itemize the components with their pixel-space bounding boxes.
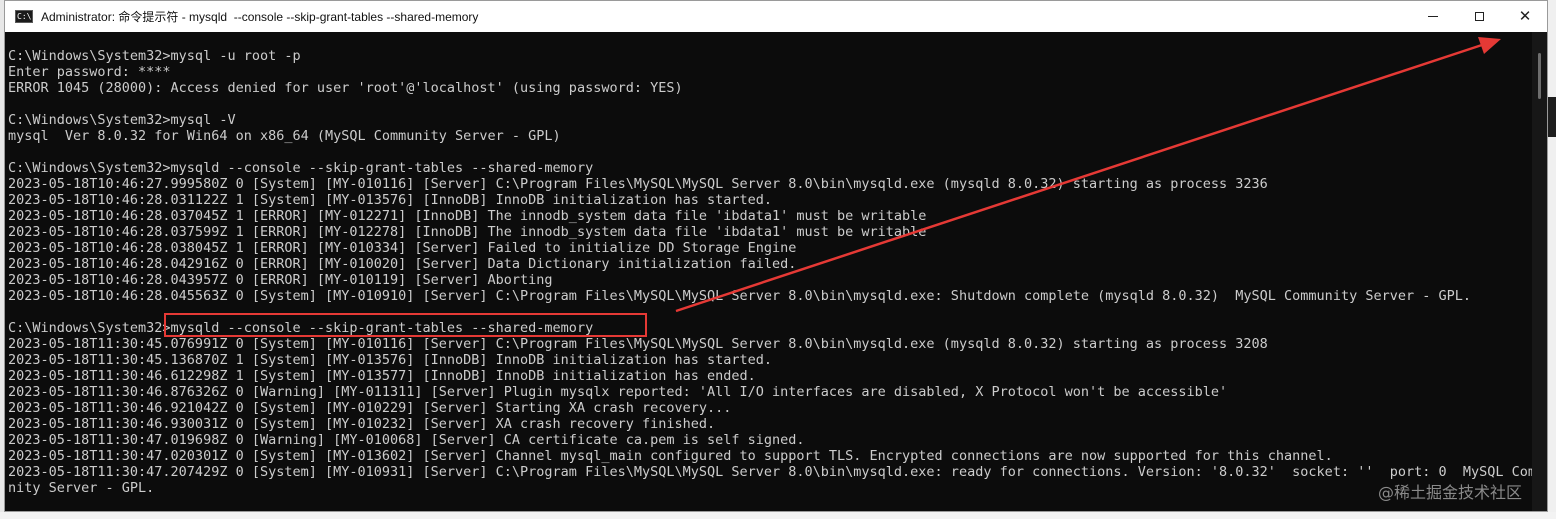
- vertical-scrollbar[interactable]: [1532, 32, 1547, 511]
- annotation-highlight-box: [164, 313, 647, 337]
- cmd-window[interactable]: C:\ Administrator: 命令提示符 - mysqld --cons…: [4, 0, 1548, 512]
- watermark-text: @稀土掘金技术社区: [1378, 483, 1523, 502]
- console-line: 2023-05-18T10:46:28.037045Z 1 [ERROR] [M…: [8, 208, 927, 224]
- console-line: 2023-05-18T11:30:47.019698Z 0 [Warning] …: [8, 432, 805, 448]
- console-line: C:\Windows\System32>mysql -V: [8, 112, 236, 128]
- title-bar[interactable]: C:\ Administrator: 命令提示符 - mysqld --cons…: [5, 1, 1547, 32]
- console-line: 2023-05-18T11:30:47.020301Z 0 [System] […: [8, 448, 1333, 464]
- cmd-app-icon: C:\: [15, 10, 33, 23]
- console-line: 2023-05-18T11:30:46.612298Z 1 [System] […: [8, 368, 756, 384]
- console-line: 2023-05-18T11:30:45.076991Z 0 [System] […: [8, 336, 1268, 352]
- minimize-icon: [1428, 16, 1438, 17]
- console-output[interactable]: C:\Windows\System32>mysql -u root -p Ente…: [8, 48, 1532, 508]
- console-line: 2023-05-18T11:30:45.136870Z 1 [System] […: [8, 352, 773, 368]
- scrollbar-thumb[interactable]: [1538, 53, 1541, 99]
- console-line: 2023-05-18T11:30:46.876326Z 0 [Warning] …: [8, 384, 1228, 400]
- background-window-fragment: [1548, 97, 1556, 137]
- console-line: nity Server - GPL.: [8, 480, 155, 496]
- close-button[interactable]: ✕: [1502, 1, 1547, 32]
- maximize-icon: [1474, 12, 1484, 21]
- console-line: 2023-05-18T11:30:46.921042Z 0 [System] […: [8, 400, 732, 416]
- console-line: ERROR 1045 (28000): Access denied for us…: [8, 80, 683, 96]
- window-title: Administrator: 命令提示符 - mysqld --console …: [41, 10, 479, 24]
- close-icon: ✕: [1518, 7, 1532, 25]
- console-line: 2023-05-18T10:46:27.999580Z 0 [System] […: [8, 176, 1268, 192]
- console-line: mysql Ver 8.0.32 for Win64 on x86_64 (My…: [8, 128, 561, 144]
- console-line: 2023-05-18T11:30:46.930031Z 0 [System] […: [8, 416, 716, 432]
- minimize-button[interactable]: [1410, 1, 1456, 32]
- console-line: 2023-05-18T10:46:28.043957Z 0 [ERROR] [M…: [8, 272, 553, 288]
- console-line: C:\Windows\System32>mysql -u root -p: [8, 48, 301, 64]
- background-window-bottom: [0, 512, 1556, 519]
- console-line: 2023-05-18T10:46:28.031122Z 1 [System] […: [8, 192, 773, 208]
- background-window-right: [1548, 0, 1556, 519]
- console-line: C:\Windows\System32>mysqld --console --s…: [8, 160, 594, 176]
- console-line: 2023-05-18T10:46:28.038045Z 1 [ERROR] [M…: [8, 240, 797, 256]
- console-line: Enter password: ****: [8, 64, 171, 80]
- console-line: 2023-05-18T10:46:28.045563Z 0 [System] […: [8, 288, 1471, 304]
- console-line: 2023-05-18T10:46:28.037599Z 1 [ERROR] [M…: [8, 224, 927, 240]
- maximize-button[interactable]: [1456, 1, 1502, 32]
- console-line: 2023-05-18T11:30:47.207429Z 0 [System] […: [8, 464, 1532, 480]
- console-line: 2023-05-18T10:46:28.042916Z 0 [ERROR] [M…: [8, 256, 797, 272]
